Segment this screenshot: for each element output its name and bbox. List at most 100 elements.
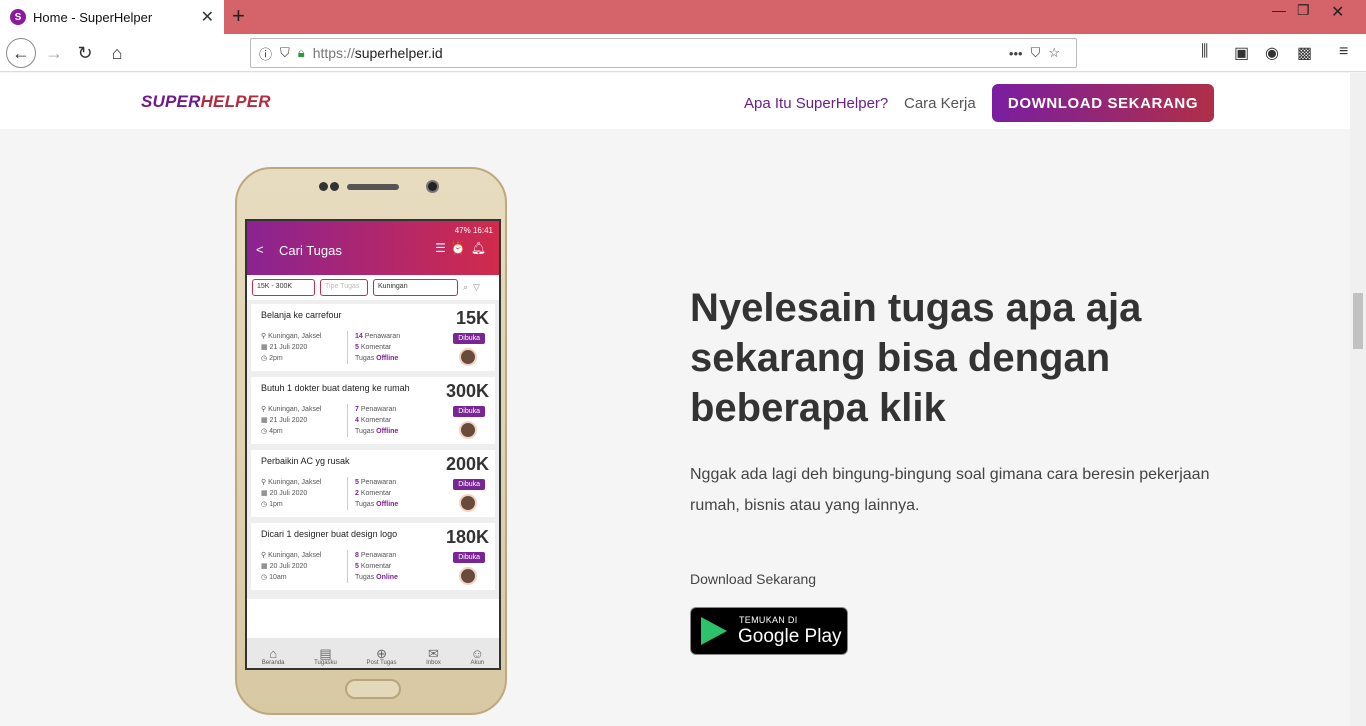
comments-count: 4	[355, 417, 359, 424]
lock-icon[interactable]: 🔒︎	[298, 45, 305, 61]
task-title: Belanja ke carrefour	[261, 310, 342, 320]
task-type: Offline	[376, 428, 399, 435]
avatar	[459, 494, 477, 512]
nav-link-how[interactable]: Cara Kerja	[904, 95, 976, 112]
front-camera-icon	[426, 180, 439, 193]
task-stats: 8 Penawaran 5 Komentar Tugas Online	[347, 550, 398, 583]
task-date: 20 Juli 2020	[269, 490, 308, 497]
bookmark-star-icon[interactable]: ☆	[1048, 45, 1060, 61]
hero-subtitle: Nggak ada lagi deh bingung-bingung soal …	[690, 466, 1210, 514]
logo-part1: SUPER	[141, 92, 201, 111]
app-toolbar-icons: ☰⏰🔔︎	[435, 241, 491, 255]
google-play-badge[interactable]: TEMUKAN DI Google Play	[690, 607, 848, 655]
task-date: 20 Juli 2020	[269, 563, 308, 570]
avatar	[459, 567, 477, 585]
type-label: Tugas	[355, 428, 375, 435]
reload-icon[interactable]: ↻	[72, 40, 98, 66]
address-bar[interactable]: ⓘ ⛉ 🔒︎ https:// superhelper.id ••• ⛉ ☆	[250, 38, 1077, 68]
task-list: Belanja ke carrefour 15K Dibuka ⚲ Kuning…	[247, 301, 499, 599]
filter-type: Tipe Tugas	[320, 279, 368, 296]
task-time: 10am	[269, 574, 287, 581]
back-icon[interactable]: ←	[6, 38, 36, 68]
play-line2: Google Play	[738, 626, 842, 647]
task-meta: ⚲ Kuningan, Jaksel ▦ 21 Juli 2020 ◷ 2pm	[261, 333, 322, 362]
task-price: 180K	[445, 527, 489, 547]
close-window-icon[interactable]: ✕	[1331, 2, 1344, 22]
nav-link-what[interactable]: Apa Itu SuperHelper?	[744, 95, 888, 112]
download-button[interactable]: DOWNLOAD SEKARANG	[992, 84, 1214, 122]
status-badge: Dibuka	[453, 406, 485, 417]
app-nav-label: Akun	[470, 660, 485, 666]
offers-label: Penawaran	[364, 333, 401, 340]
task-stats: 14 Penawaran 5 Komentar Tugas Offline	[347, 331, 400, 364]
offers-label: Penawaran	[360, 479, 397, 486]
camera-dot-icon	[330, 182, 339, 191]
offers-count: 7	[355, 406, 359, 413]
status-badge: Dibuka	[453, 333, 485, 344]
site-header: SUPERHELPER Apa Itu SuperHelper? Cara Ke…	[0, 73, 1350, 129]
scrollbar[interactable]	[1350, 73, 1366, 726]
task-meta: ⚲ Kuningan, Jaksel ▦ 20 Juli 2020 ◷ 1pm	[261, 479, 322, 508]
forward-icon[interactable]: →	[41, 40, 67, 66]
browser-window: S Home - SuperHelper ✕ + — ❐ ✕ ← → ↻ ⌂ ⓘ…	[0, 0, 1366, 726]
menu-icon[interactable]: ≡	[1339, 43, 1348, 61]
task-card: Perbaikin AC yg rusak 200K Dibuka ⚲ Kuni…	[251, 450, 495, 517]
comments-label: Komentar	[360, 563, 392, 570]
superhelper-logo[interactable]: SUPERHELPER	[141, 92, 271, 112]
app-bar: 47% 16:41 < Cari Tugas ☰⏰🔔︎	[247, 221, 499, 275]
app-nav-account: ☺ Akun	[470, 647, 484, 666]
pocket-icon[interactable]: ⛉	[1031, 45, 1041, 61]
account-icon[interactable]: ◉	[1265, 43, 1279, 63]
comments-count: 5	[355, 344, 359, 351]
task-meta: ⚲ Kuningan, Jaksel ▦ 20 Juli 2020 ◷ 10am	[261, 552, 322, 581]
page-actions-icon[interactable]: •••	[1009, 46, 1023, 61]
tab-home[interactable]: S Home - SuperHelper ✕	[0, 0, 224, 34]
task-stats: 5 Penawaran 2 Komentar Tugas Offline	[347, 477, 398, 510]
restore-icon[interactable]: ❐	[1297, 2, 1310, 19]
task-location: Kuningan, Jaksel	[268, 552, 322, 559]
info-icon[interactable]: ⓘ	[259, 44, 272, 63]
phone-mockup: 47% 16:41 < Cari Tugas ☰⏰🔔︎ 15K - 300K T…	[235, 167, 507, 715]
home-icon[interactable]: ⌂	[104, 40, 130, 66]
app-nav-home: ⌂ Beranda	[262, 647, 285, 666]
sidebar-icon[interactable]: ▣	[1234, 43, 1249, 63]
comments-label: Komentar	[360, 490, 392, 497]
shield-icon[interactable]: ⛉	[280, 45, 290, 61]
task-date: 21 Juli 2020	[269, 417, 308, 424]
offers-label: Penawaran	[360, 406, 397, 413]
close-tab-icon[interactable]: ✕	[201, 7, 214, 27]
task-price: 15K	[455, 308, 489, 328]
task-card: Dicari 1 designer buat design logo 180K …	[251, 523, 495, 590]
url-host: superhelper.id	[354, 45, 443, 61]
tab-title: Home - SuperHelper	[33, 9, 153, 25]
logo-part2: HELPER	[200, 92, 271, 111]
speaker-grille	[347, 184, 399, 190]
app-screen: 47% 16:41 < Cari Tugas ☰⏰🔔︎ 15K - 300K T…	[245, 219, 501, 670]
google-play-icon	[701, 617, 727, 645]
new-tab-icon[interactable]: +	[232, 3, 245, 29]
extension-icon[interactable]: ▩	[1297, 43, 1312, 63]
filter-icon: ▽	[473, 282, 480, 292]
comments-count: 2	[355, 490, 359, 497]
app-title: Cari Tugas	[279, 243, 342, 258]
status-bar: 47% 16:41	[454, 226, 493, 235]
task-time: 1pm	[269, 501, 283, 508]
url-protocol: https://	[312, 45, 355, 61]
play-line1: TEMUKAN DI	[739, 615, 798, 625]
app-back-icon: <	[256, 242, 264, 257]
minimize-icon[interactable]: —	[1272, 2, 1286, 18]
download-label: Download Sekarang	[690, 571, 817, 587]
library-icon[interactable]: ⫼	[1201, 43, 1208, 61]
status-badge: Dibuka	[453, 552, 485, 563]
app-nav-label: Post Tugas	[366, 660, 397, 666]
type-label: Tugas	[355, 355, 375, 362]
comments-label: Komentar	[360, 417, 392, 424]
type-label: Tugas	[355, 501, 375, 508]
filter-location: Kuningan	[373, 279, 458, 296]
scrollbar-thumb[interactable]	[1353, 293, 1363, 349]
app-bottom-nav: ⌂ Beranda ▤ Tugasku ⊕ Post Tugas ✉ Inbox ☺ Ak…	[247, 638, 499, 668]
task-location: Kuningan, Jaksel	[268, 479, 322, 486]
type-label: Tugas	[355, 574, 375, 581]
offers-count: 8	[355, 552, 359, 559]
comments-label: Komentar	[360, 344, 392, 351]
